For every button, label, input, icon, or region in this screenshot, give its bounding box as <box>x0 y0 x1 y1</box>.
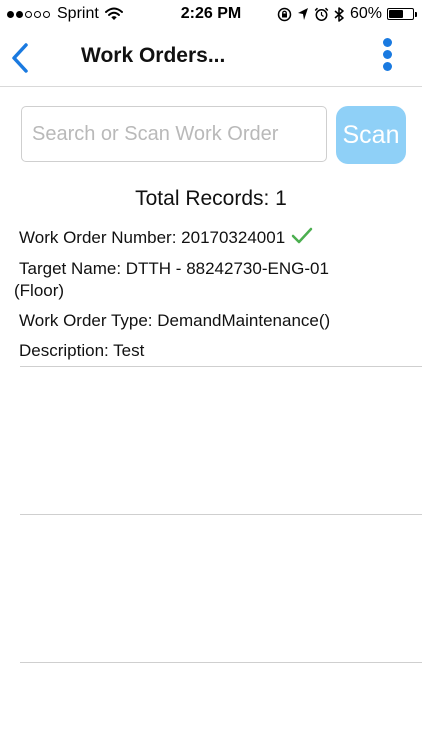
battery-cap <box>415 12 417 17</box>
menu-dot <box>382 62 392 71</box>
work-order-type: Work Order Type: DemandMaintenance() <box>19 311 331 330</box>
menu-dot <box>382 38 392 47</box>
menu-dot <box>382 50 392 59</box>
status-right: 60% <box>272 5 417 23</box>
battery-icon <box>387 8 417 20</box>
row-divider <box>20 514 422 515</box>
search-input[interactable] <box>21 106 327 162</box>
screen: Sprint 2:26 PM 60% Work Orders... Search… <box>0 0 422 750</box>
total-records-label: Total Records: 1 <box>135 187 287 210</box>
row-divider <box>20 662 422 663</box>
page-title: Work Orders... <box>81 44 226 67</box>
checkmark-icon <box>291 227 313 244</box>
battery-level-fill <box>389 10 403 18</box>
more-vertical-icon <box>380 38 394 71</box>
alarm-icon <box>314 7 329 21</box>
row-divider <box>20 366 422 367</box>
work-order-number-row: Work Order Number: 20170324001 <box>19 227 313 248</box>
bluetooth-icon <box>334 6 344 22</box>
back-button[interactable] <box>8 42 36 74</box>
target-name-continued: (Floor) <box>14 281 65 300</box>
work-order-number: Work Order Number: 20170324001 <box>19 228 286 247</box>
rotation-lock-icon <box>277 7 292 21</box>
more-options-button[interactable] <box>380 38 394 76</box>
location-arrow-icon <box>297 8 308 20</box>
work-order-description: Description: Test <box>19 341 145 360</box>
chevron-left-icon <box>12 43 28 73</box>
scan-button[interactable]: Scan <box>336 106 406 164</box>
navigation-bar: Work Orders... <box>0 30 422 87</box>
target-name: Target Name: DTTH - 88242730-ENG-01 <box>19 259 329 278</box>
status-bar: Sprint 2:26 PM 60% <box>0 0 422 30</box>
battery-percent: 60% <box>349 5 382 22</box>
